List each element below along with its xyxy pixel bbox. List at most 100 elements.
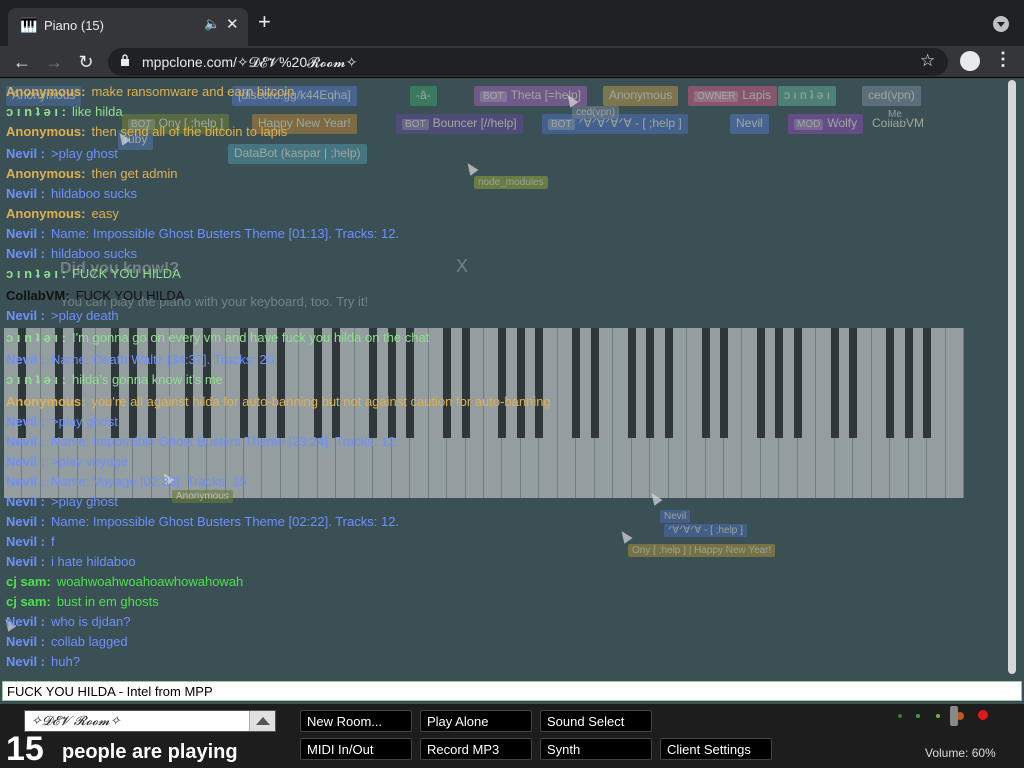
chat-author[interactable]: Nevil :: [6, 146, 45, 161]
chat-author[interactable]: cj sam:: [6, 574, 51, 589]
tab-search-icon[interactable]: [993, 16, 1009, 32]
chat-message: ɔ ı n ʇ ǝ ı : like hilda: [6, 104, 123, 119]
chat-message: cj sam: bust in em ghosts: [6, 594, 159, 609]
chat-text: make ransomware and earn bitcoin: [91, 84, 295, 99]
chat-text: >play voyage: [51, 454, 128, 469]
scrollbar-thumb[interactable]: [1008, 80, 1016, 674]
chat-author[interactable]: Anonymous:: [6, 84, 85, 99]
forward-icon[interactable]: →: [42, 50, 66, 74]
chat-author[interactable]: ɔ ı n ʇ ǝ ı :: [6, 330, 66, 345]
chat-text: >play ghost: [51, 494, 118, 509]
chat-text: hildaboo sucks: [51, 186, 138, 201]
people-count-label: people are playing: [62, 741, 238, 763]
back-icon[interactable]: ←: [10, 50, 34, 74]
midi-button[interactable]: MIDI In/Out: [300, 738, 412, 760]
chat-message: ɔ ı n ʇ ǝ ı : hilda's gonna know it's me: [6, 372, 223, 387]
chat-message: Nevil : hildaboo sucks: [6, 186, 137, 201]
reload-icon[interactable]: ↻: [74, 50, 98, 74]
chat-author[interactable]: Nevil :: [6, 246, 45, 261]
new-tab-button[interactable]: +: [258, 10, 271, 34]
chat-message: Nevil : collab lagged: [6, 634, 128, 649]
chat-author[interactable]: ɔ ı n ʇ ǝ ı :: [6, 104, 66, 119]
profile-avatar-icon[interactable]: [960, 51, 980, 71]
chat-author[interactable]: cj sam:: [6, 594, 51, 609]
chat-text: FUCK YOU HILDA: [75, 288, 185, 303]
record-mp3-button[interactable]: Record MP3: [420, 738, 532, 760]
chat-text: >play ghost: [51, 146, 118, 161]
address-bar[interactable]: mppclone.com/✧𝓓𝓔𝓥%20𝓡𝓸𝓸𝓶✧ ☆: [108, 48, 948, 76]
piano-icon: 🎹: [20, 17, 38, 33]
chat-message: ɔ ı n ʇ ǝ ı : FUCK YOU HILDA: [6, 266, 181, 281]
chat-author[interactable]: Nevil :: [6, 614, 45, 629]
tab-title: Piano (15): [44, 18, 104, 33]
chat-message: Nevil : Name: Voyage [02:33]. Tracks: 15.: [6, 474, 250, 489]
chat-author[interactable]: ɔ ı n ʇ ǝ ı :: [6, 266, 66, 281]
chat-message: ɔ ı n ʇ ǝ ı : I'm gonna go on every vm an…: [6, 330, 429, 345]
chat-text: f: [51, 534, 55, 549]
chat-text: >play death: [51, 308, 119, 323]
chat-log: Anonymous: make ransomware and earn bitco…: [0, 84, 1000, 680]
chat-author[interactable]: Nevil :: [6, 494, 45, 509]
chat-author[interactable]: Nevil :: [6, 654, 45, 669]
chat-message: cj sam: woahwoahwoahoawhowahowah: [6, 574, 243, 589]
new-room-button[interactable]: New Room...: [300, 710, 412, 732]
chat-author[interactable]: Nevil :: [6, 186, 45, 201]
chat-author[interactable]: Anonymous:: [6, 124, 85, 139]
chat-author[interactable]: CollabVM:: [6, 288, 70, 303]
chat-message: Anonymous: you're all against hilda for a…: [6, 394, 551, 409]
chat-text: FUCK YOU HILDA: [71, 266, 181, 281]
chat-text: easy: [91, 206, 119, 221]
chat-text: >play ghost: [51, 414, 118, 429]
browser-window: 🎹 Piano (15) 🔈 ✕ + ← → ↻ mppclone.com/✧𝓓…: [0, 0, 1024, 768]
chat-author[interactable]: ɔ ı n ʇ ǝ ı :: [6, 372, 66, 387]
chat-message: Nevil : Name: Impossible Ghost Busters Th…: [6, 434, 399, 449]
chat-author[interactable]: Nevil :: [6, 308, 45, 323]
url-text: mppclone.com/✧𝓓𝓔𝓥%20𝓡𝓸𝓸𝓶✧: [142, 54, 358, 70]
chat-message: Nevil : i hate hildaboo: [6, 554, 136, 569]
chat-author[interactable]: Nevil :: [6, 474, 45, 489]
chat-message: Nevil : huh?: [6, 654, 80, 669]
chat-text: then send all of the bitcoin to lapis: [91, 124, 288, 139]
synth-button[interactable]: Synth: [540, 738, 652, 760]
chat-input[interactable]: [2, 681, 1022, 701]
close-tab-icon[interactable]: ✕: [226, 15, 239, 33]
bookmark-star-icon[interactable]: ☆: [920, 51, 935, 71]
chat-author[interactable]: Anonymous:: [6, 166, 85, 181]
chat-text: like hilda: [71, 104, 123, 119]
volume-knob[interactable]: [950, 706, 958, 726]
audio-icon[interactable]: 🔈: [204, 16, 220, 32]
chat-text: Name: Death Waltz [34:37]. Tracks: 26.: [51, 352, 278, 367]
people-count: 15: [6, 730, 44, 768]
chat-message: Nevil : hildaboo sucks: [6, 246, 137, 261]
browser-menu-icon[interactable]: ⋮: [994, 49, 1012, 70]
tab-piano[interactable]: 🎹 Piano (15) 🔈 ✕: [8, 8, 248, 46]
chat-author[interactable]: Anonymous:: [6, 394, 85, 409]
chat-text: hildaboo sucks: [51, 246, 138, 261]
room-select[interactable]: ✧𝓓𝓔𝓥 𝓡𝓸𝓸𝓶✧: [24, 710, 276, 732]
chat-author[interactable]: Nevil :: [6, 634, 45, 649]
chat-author[interactable]: Anonymous:: [6, 206, 85, 221]
chat-author[interactable]: Nevil :: [6, 434, 45, 449]
chat-author[interactable]: Nevil :: [6, 454, 45, 469]
meter-dot: [916, 714, 920, 718]
chat-author[interactable]: Nevil :: [6, 414, 45, 429]
chat-author[interactable]: Nevil :: [6, 226, 45, 241]
play-alone-button[interactable]: Play Alone: [420, 710, 532, 732]
client-settings-button[interactable]: Client Settings: [660, 738, 772, 760]
chat-text: huh?: [51, 654, 80, 669]
sound-select-button[interactable]: Sound Select: [540, 710, 652, 732]
chat-text: I'm gonna go on every vm and have fuck y…: [71, 330, 430, 345]
chat-author[interactable]: Nevil :: [6, 352, 45, 367]
chat-author[interactable]: Nevil :: [6, 514, 45, 529]
control-panel: ✧𝓓𝓔𝓥 𝓡𝓸𝓸𝓶✧ 15 people are playing New Roo…: [0, 704, 1024, 768]
chat-scrollbar[interactable]: [1004, 80, 1020, 674]
chat-text: who is djdan?: [51, 614, 131, 629]
chat-author[interactable]: Nevil :: [6, 554, 45, 569]
volume-meter[interactable]: [896, 706, 996, 732]
chat-message: Anonymous: easy: [6, 206, 119, 221]
chat-text: hilda's gonna know it's me: [71, 372, 223, 387]
chat-author[interactable]: Nevil :: [6, 534, 45, 549]
meter-dot: [936, 714, 940, 718]
tab-strip: 🎹 Piano (15) 🔈 ✕ +: [0, 0, 1024, 46]
room-dropdown-arrow-icon[interactable]: [249, 711, 275, 731]
